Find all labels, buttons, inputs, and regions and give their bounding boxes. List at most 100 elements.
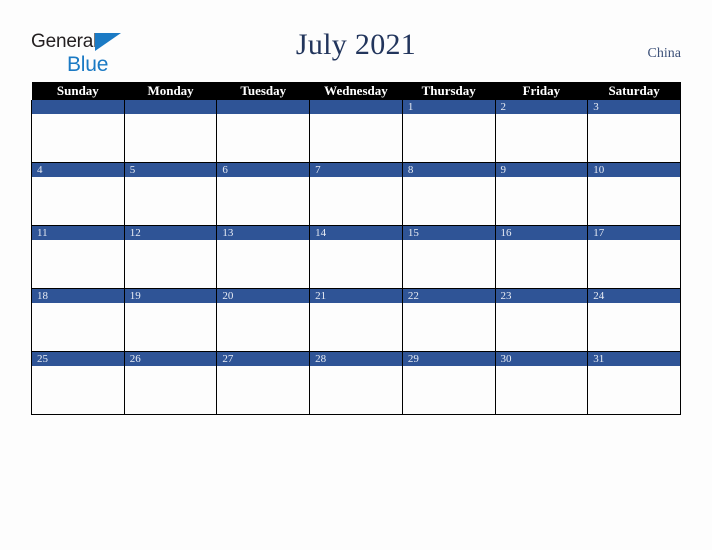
- day-events-area[interactable]: [125, 303, 217, 351]
- day-cell[interactable]: 24: [587, 288, 681, 352]
- day-number: [217, 100, 310, 114]
- day-events-area[interactable]: [588, 114, 680, 162]
- day-number: 9: [495, 163, 588, 177]
- day-events-area[interactable]: [32, 240, 124, 288]
- day-events-area[interactable]: [496, 114, 588, 162]
- day-cell[interactable]: [216, 100, 311, 163]
- day-cell[interactable]: 19: [123, 288, 218, 352]
- day-cell[interactable]: 26: [123, 351, 218, 415]
- day-number: 2: [495, 100, 588, 114]
- day-number: 16: [495, 226, 588, 240]
- day-cell[interactable]: 8: [401, 162, 496, 226]
- day-number: 11: [32, 226, 124, 240]
- calendar-page: General Blue July 2021 China Sunday Mond…: [0, 0, 712, 550]
- day-cell[interactable]: 12: [123, 225, 218, 289]
- weekday-header-tuesday: Tuesday: [216, 82, 310, 100]
- day-events-area[interactable]: [32, 366, 124, 414]
- day-number: 10: [588, 163, 680, 177]
- day-number: 12: [124, 226, 217, 240]
- day-events-area[interactable]: [125, 177, 217, 225]
- day-cell[interactable]: 6: [216, 162, 311, 226]
- day-cell[interactable]: 5: [123, 162, 218, 226]
- day-number: 15: [402, 226, 495, 240]
- day-cell[interactable]: 9: [494, 162, 589, 226]
- day-events-area[interactable]: [403, 303, 495, 351]
- day-events-area[interactable]: [32, 303, 124, 351]
- day-events-area[interactable]: [588, 177, 680, 225]
- day-cell[interactable]: 15: [401, 225, 496, 289]
- day-events-area[interactable]: [403, 114, 495, 162]
- day-number: 8: [402, 163, 495, 177]
- weekday-header-thursday: Thursday: [402, 82, 496, 100]
- day-cell[interactable]: 31: [587, 351, 681, 415]
- day-number: 4: [32, 163, 124, 177]
- day-cell[interactable]: 28: [309, 351, 403, 415]
- day-events-area[interactable]: [403, 177, 495, 225]
- day-number: 5: [124, 163, 217, 177]
- day-cell[interactable]: 11: [31, 225, 125, 289]
- day-cell[interactable]: 22: [401, 288, 496, 352]
- day-cell[interactable]: 10: [587, 162, 681, 226]
- day-events-area[interactable]: [310, 240, 402, 288]
- calendar-week-row: 25 26 27 28 29 30 31: [31, 351, 681, 415]
- calendar-week-row: 11 12 13 14 15 16 17: [31, 225, 681, 289]
- day-events-area[interactable]: [588, 366, 680, 414]
- day-number: 28: [310, 352, 402, 366]
- day-cell[interactable]: 14: [309, 225, 403, 289]
- day-cell[interactable]: 16: [494, 225, 589, 289]
- calendar-week-row: 18 19 20 21 22 23 24: [31, 288, 681, 352]
- day-cell[interactable]: 4: [31, 162, 125, 226]
- day-events-area[interactable]: [403, 240, 495, 288]
- day-events-area[interactable]: [588, 240, 680, 288]
- day-events-area[interactable]: [496, 177, 588, 225]
- day-events-area[interactable]: [217, 303, 309, 351]
- page-title: July 2021: [295, 28, 417, 61]
- day-events-area[interactable]: [496, 303, 588, 351]
- weekday-header-row-group: Sunday Monday Tuesday Wednesday Thursday…: [31, 82, 681, 100]
- day-cell[interactable]: 1: [401, 100, 496, 163]
- day-events-area[interactable]: [125, 366, 217, 414]
- day-events-area[interactable]: [217, 366, 309, 414]
- day-number: 6: [217, 163, 310, 177]
- day-cell[interactable]: 7: [309, 162, 403, 226]
- day-cell[interactable]: 13: [216, 225, 311, 289]
- day-events-area[interactable]: [125, 240, 217, 288]
- day-events-area[interactable]: [217, 240, 309, 288]
- day-number: 26: [124, 352, 217, 366]
- day-cell[interactable]: [309, 100, 403, 163]
- weekday-header-friday: Friday: [495, 82, 588, 100]
- day-cell[interactable]: 25: [31, 351, 125, 415]
- day-number: 25: [32, 352, 124, 366]
- day-cell[interactable]: 21: [309, 288, 403, 352]
- day-events-area[interactable]: [310, 177, 402, 225]
- day-cell[interactable]: [31, 100, 125, 163]
- day-events-area[interactable]: [217, 114, 309, 162]
- day-cell[interactable]: [123, 100, 218, 163]
- weekday-header-row: Sunday Monday Tuesday Wednesday Thursday…: [31, 82, 681, 100]
- day-number: 20: [217, 289, 310, 303]
- day-events-area[interactable]: [496, 240, 588, 288]
- day-events-area[interactable]: [403, 366, 495, 414]
- day-events-area[interactable]: [32, 114, 124, 162]
- day-events-area[interactable]: [496, 366, 588, 414]
- day-number: 21: [310, 289, 402, 303]
- day-number: 27: [217, 352, 310, 366]
- day-cell[interactable]: 3: [587, 100, 681, 163]
- day-cell[interactable]: 29: [401, 351, 496, 415]
- day-cell[interactable]: 27: [216, 351, 311, 415]
- day-events-area[interactable]: [310, 303, 402, 351]
- day-cell[interactable]: 20: [216, 288, 311, 352]
- day-cell[interactable]: 17: [587, 225, 681, 289]
- day-cell[interactable]: 30: [494, 351, 589, 415]
- day-events-area[interactable]: [310, 366, 402, 414]
- day-events-area[interactable]: [588, 303, 680, 351]
- day-events-area[interactable]: [125, 114, 217, 162]
- day-events-area[interactable]: [32, 177, 124, 225]
- day-number: 13: [217, 226, 310, 240]
- page-header: General Blue July 2021 China: [0, 0, 712, 80]
- day-cell[interactable]: 23: [494, 288, 589, 352]
- day-events-area[interactable]: [217, 177, 309, 225]
- day-events-area[interactable]: [310, 114, 402, 162]
- day-cell[interactable]: 18: [31, 288, 125, 352]
- day-cell[interactable]: 2: [494, 100, 589, 163]
